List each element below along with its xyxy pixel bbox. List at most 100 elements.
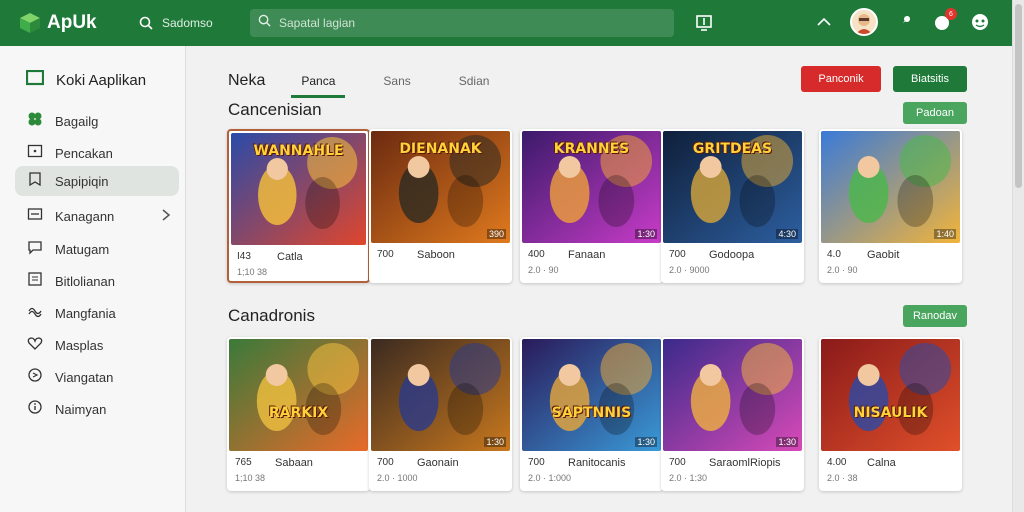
sidebar-item-label: Kanagann <box>55 208 115 224</box>
app-card[interactable]: 1:30 700 Gaonain 2.0 · 1000 <box>369 337 512 491</box>
search-input[interactable] <box>279 16 659 30</box>
app-meta: 1;10 38 <box>235 473 266 483</box>
primary-red-button[interactable]: Panconik <box>801 66 881 92</box>
app-thumbnail[interactable] <box>821 131 960 243</box>
app-name: Calna <box>867 457 896 469</box>
app-card[interactable]: SAPTNNIS 1:30 700 Ranitocanis 2.0 · 1:000 <box>520 337 663 491</box>
app-meta: 2.0 · 1:000 <box>528 473 572 483</box>
bookmark-icon <box>27 171 43 192</box>
app-card[interactable]: 1:30 700 SaraomlRiopis 2.0 · 1:30 <box>661 337 804 491</box>
app-size: 4:30 <box>776 229 798 239</box>
app-card[interactable]: KRANNES 1:30 400 Fanaan 2.0 · 90 <box>520 129 663 283</box>
app-rating: 700 <box>377 457 394 468</box>
search-label[interactable]: Sadomso <box>162 16 238 30</box>
sidebar-item-label: Mangfania <box>55 305 116 321</box>
app-thumbnail[interactable]: RARKIX <box>229 339 368 451</box>
app-rating: 700 <box>528 457 545 468</box>
apps-icon <box>25 69 45 91</box>
avatar[interactable] <box>850 8 878 36</box>
app-rating: 700 <box>669 249 686 260</box>
sidebar-item-masplas[interactable]: Masplas <box>15 330 179 360</box>
search-icon[interactable] <box>136 16 156 30</box>
scrollbar[interactable] <box>1012 0 1024 512</box>
tab-panca[interactable]: Panca <box>291 70 346 98</box>
app-size: 1:30 <box>776 437 798 447</box>
app-card[interactable]: NISAULIK 4.00 Calna 2.0 · 38 <box>819 337 962 491</box>
sidebar-item-pencakan[interactable]: Pencakan <box>15 138 179 168</box>
sidebar-item-kanagann[interactable]: Kanagann <box>15 201 179 231</box>
app-card[interactable]: 1:40 4.0 Gaobit 2.0 · 90 <box>819 129 962 283</box>
see-all-button[interactable]: Padoan <box>903 102 967 124</box>
app-size: 1:30 <box>484 437 506 447</box>
chat-icon <box>27 239 43 260</box>
sidebar-item-label: Viangatan <box>55 369 114 385</box>
app-thumbnail[interactable]: SAPTNNIS <box>522 339 661 451</box>
tab-sdian[interactable]: Sdian <box>449 70 500 92</box>
app-name: Gaonain <box>417 457 459 469</box>
sidebar-item-sapipiqin[interactable]: Sapipiqin <box>15 166 179 196</box>
app-thumbnail[interactable]: GRITDEAS <box>663 131 802 243</box>
primary-green-button[interactable]: Biatsitis <box>893 66 967 92</box>
document-icon <box>27 271 43 292</box>
game-title-art: WANNAHLE <box>253 143 344 159</box>
search-bar[interactable] <box>250 9 674 37</box>
sidebar-item-label: Bitlolianan <box>55 273 115 289</box>
notifications-icon[interactable]: 6 <box>930 8 957 34</box>
app-card[interactable]: GRITDEAS 4:30 700 Godoopa 2.0 · 9000 <box>661 129 804 283</box>
section-title: Cancenisian <box>228 100 322 119</box>
notification-badge: 6 <box>945 8 957 20</box>
sidebar-item-label: Matugam <box>55 241 110 257</box>
sidebar-item-naimyan[interactable]: Naimyan <box>15 394 179 424</box>
download-icon <box>27 143 43 164</box>
sidebar-item-viangatan[interactable]: Viangatan <box>15 362 179 392</box>
app-thumbnail[interactable]: NISAULIK <box>821 339 960 451</box>
app-name: Saboon <box>417 249 455 261</box>
game-controller-icon[interactable] <box>968 10 992 34</box>
info-icon <box>27 399 43 420</box>
app-card[interactable]: WANNAHLE I43 Catla 1;10 38 <box>227 129 370 283</box>
sidebar-item-label: Bagailg <box>55 113 99 129</box>
game-title-art: KRANNES <box>553 141 630 157</box>
scrollbar-thumb[interactable] <box>1015 4 1022 188</box>
chevron-right-icon[interactable] <box>161 208 171 227</box>
see-all-button[interactable]: Ranodav <box>903 305 967 327</box>
app-size: 390 <box>486 229 506 239</box>
folder-icon <box>27 206 43 227</box>
app-size: 1:30 <box>635 437 657 447</box>
game-title-art: SAPTNNIS <box>551 405 632 421</box>
rocket-icon[interactable] <box>892 10 916 34</box>
sidebar-item-matugam[interactable]: Matugam <box>15 234 179 264</box>
app-size: 1:30 <box>635 229 657 239</box>
page-title: Neka <box>228 72 266 89</box>
app-name: Catla <box>277 251 303 263</box>
app-meta: 2.0 · 90 <box>528 265 559 275</box>
app-thumbnail[interactable]: DIENANAK <box>371 131 510 243</box>
app-name: Fanaan <box>568 249 606 261</box>
app-thumbnail[interactable]: KRANNES <box>522 131 661 243</box>
app-meta: 2.0 · 38 <box>827 473 858 483</box>
app-thumbnail[interactable]: WANNAHLE <box>231 133 366 245</box>
app-rating: I43 <box>237 251 251 262</box>
app-logo[interactable]: ApUk <box>18 11 136 35</box>
app-card[interactable]: DIENANAK 390 700 Saboon <box>369 129 512 283</box>
app-thumbnail[interactable] <box>371 339 510 451</box>
app-rating: 700 <box>669 457 686 468</box>
sidebar-item-bitlolianan[interactable]: Bitlolianan <box>15 266 179 296</box>
store-icon[interactable] <box>694 13 714 33</box>
app-card[interactable]: RARKIX 765 Sabaan 1;10 38 <box>227 337 370 491</box>
app-name: ApUk <box>47 12 97 33</box>
app-thumbnail[interactable] <box>663 339 802 451</box>
tab-sans[interactable]: Sans <box>373 70 420 92</box>
heart-icon <box>27 335 43 356</box>
search-icon <box>258 14 271 32</box>
section-title: Canadronis <box>228 306 315 325</box>
wave-icon <box>27 303 43 324</box>
sidebar-item-mangfania[interactable]: Mangfania <box>15 298 179 328</box>
clover-icon <box>27 111 43 132</box>
app-rating: 765 <box>235 457 252 468</box>
app-rating: 400 <box>528 249 545 260</box>
app-rating: 700 <box>377 249 394 260</box>
collapse-icon[interactable] <box>812 10 836 34</box>
sidebar-item-bagailg[interactable]: Bagailg <box>15 106 179 136</box>
app-name: Sabaan <box>275 457 313 469</box>
